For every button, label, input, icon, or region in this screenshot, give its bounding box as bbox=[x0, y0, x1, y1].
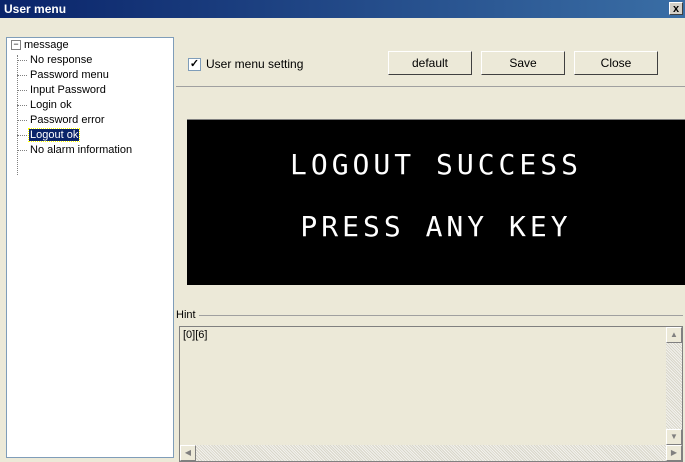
hint-label: Hint bbox=[176, 309, 199, 321]
close-window-button[interactable]: x bbox=[669, 2, 683, 15]
tree-item-no-alarm-information[interactable]: No alarm information bbox=[7, 143, 173, 158]
hint-text: [0][6] bbox=[183, 329, 208, 341]
vertical-scrollbar[interactable]: ▲ ▼ bbox=[666, 327, 682, 445]
toolbar: ✓ User menu setting default Save Close bbox=[176, 37, 685, 87]
tree-root-label: message bbox=[24, 39, 69, 51]
scroll-up-icon[interactable]: ▲ bbox=[666, 327, 682, 343]
tree-item-label: Logout ok bbox=[27, 128, 81, 142]
close-button[interactable]: Close bbox=[574, 51, 658, 75]
message-tree[interactable]: − message No response Password menu Input… bbox=[6, 37, 174, 458]
lcd-preview-display: LOGOUT SUCCESS PRESS ANY KEY bbox=[187, 119, 685, 285]
tree-branch-line bbox=[17, 150, 27, 151]
tree-item-login-ok[interactable]: Login ok bbox=[7, 98, 173, 113]
tree-item-label: Login ok bbox=[30, 99, 72, 111]
scroll-down-icon[interactable]: ▼ bbox=[666, 429, 682, 445]
checkmark-icon: ✓ bbox=[189, 58, 200, 70]
scroll-left-icon[interactable]: ◀ bbox=[180, 445, 196, 461]
tree-item-password-menu[interactable]: Password menu bbox=[7, 68, 173, 83]
tree-branch-line bbox=[17, 90, 27, 91]
tree-item-label: Password menu bbox=[30, 69, 109, 81]
collapse-icon[interactable]: − bbox=[11, 40, 21, 51]
display-line-2: PRESS ANY KEY bbox=[300, 210, 572, 243]
tree-item-label: No response bbox=[30, 54, 93, 66]
settings-pane: ✓ User menu setting default Save Close L… bbox=[176, 37, 685, 462]
user-menu-setting-checkbox[interactable]: ✓ bbox=[188, 58, 201, 71]
tree-item-no-response[interactable]: No response bbox=[7, 53, 173, 68]
tree-item-input-password[interactable]: Input Password bbox=[7, 83, 173, 98]
tree-item-label: No alarm information bbox=[30, 144, 133, 156]
hint-group: Hint [0][6] ▲ ▼ ◀ ▶ bbox=[176, 309, 683, 462]
hint-textarea[interactable]: [0][6] ▲ ▼ ◀ ▶ bbox=[179, 326, 683, 462]
tree-branch-line bbox=[17, 135, 27, 136]
close-icon: x bbox=[672, 3, 680, 15]
tree-branch-line bbox=[17, 120, 27, 121]
tree-root-message[interactable]: − message bbox=[7, 38, 173, 53]
scroll-right-icon[interactable]: ▶ bbox=[666, 445, 682, 461]
user-menu-setting-label[interactable]: User menu setting bbox=[206, 57, 303, 71]
display-line-1: LOGOUT SUCCESS bbox=[289, 148, 582, 181]
tree-branch-line bbox=[17, 60, 27, 61]
horizontal-scrollbar[interactable]: ◀ ▶ bbox=[180, 445, 682, 461]
save-button[interactable]: Save bbox=[481, 51, 565, 75]
tree-item-logout-ok[interactable]: Logout ok bbox=[7, 128, 173, 143]
window-title: User menu bbox=[4, 2, 67, 16]
tree-branch-line bbox=[17, 105, 27, 106]
default-button[interactable]: default bbox=[388, 51, 472, 75]
title-bar: User menu x bbox=[0, 0, 685, 18]
tree-item-label: Input Password bbox=[30, 84, 106, 96]
tree-item-label: Password error bbox=[30, 114, 105, 126]
tree-item-password-error[interactable]: Password error bbox=[7, 113, 173, 128]
tree-branch-line bbox=[17, 75, 27, 76]
